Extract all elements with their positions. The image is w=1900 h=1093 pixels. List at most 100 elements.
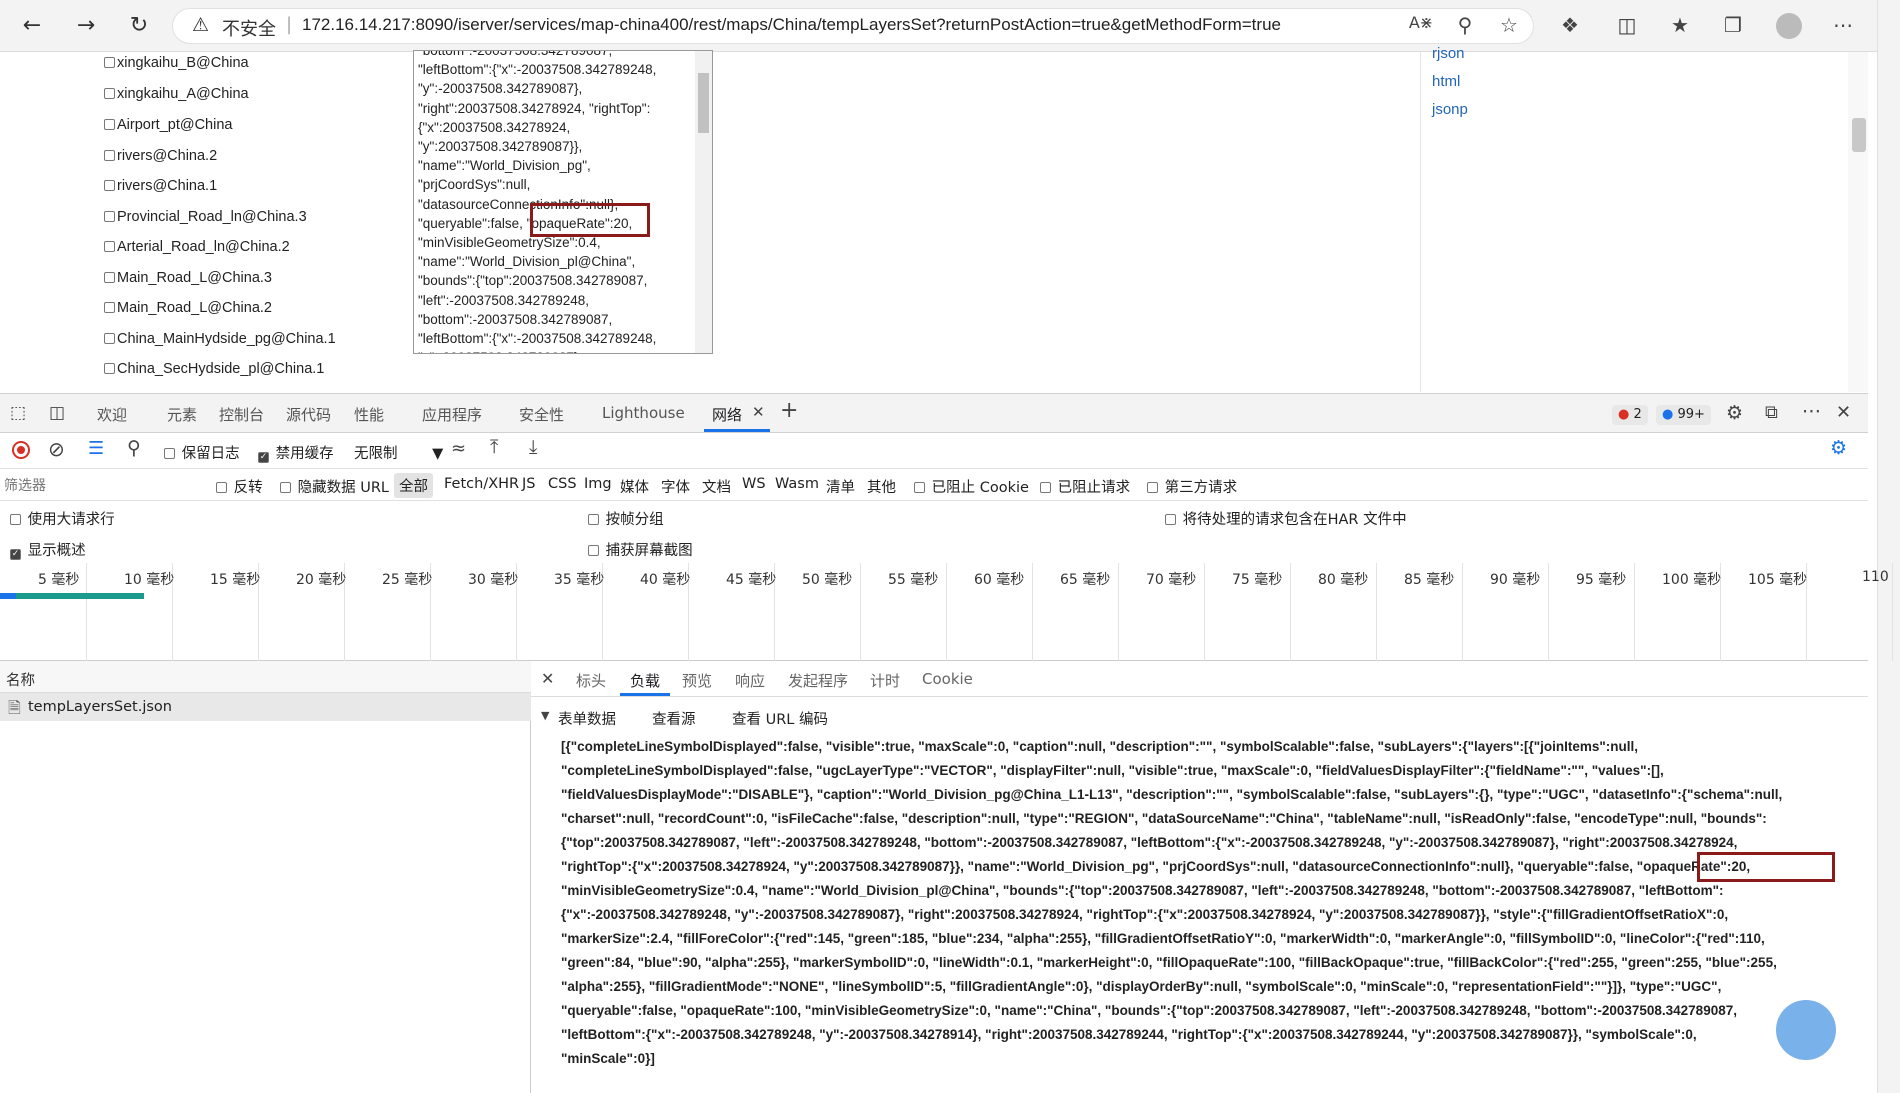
type-filter-manifest[interactable]: 清单 (826, 476, 855, 497)
disable-cache-checkbox[interactable]: ✓ 禁用缓存 (258, 442, 334, 463)
layer-item[interactable]: China_SecHydside_pl@China.1 (104, 361, 324, 377)
checkbox[interactable] (104, 302, 115, 313)
tab-sources[interactable]: 源代码 (286, 404, 331, 425)
large-rows-checkbox[interactable]: 使用大请求行 (10, 508, 115, 529)
json-textarea[interactable]: "bottom":-20037508.342789087, "leftBottom… (413, 50, 713, 354)
textarea-scrollbar[interactable] (695, 51, 712, 353)
scroll-thumb[interactable] (698, 73, 709, 133)
tab-security[interactable]: 安全性 (519, 404, 564, 425)
type-filter-doc[interactable]: 文档 (702, 476, 731, 497)
tab-initiator[interactable]: 发起程序 (788, 670, 848, 691)
url-text[interactable]: 172.16.14.217:8090/iserver/services/map-… (302, 15, 1281, 35)
checkbox[interactable] (588, 514, 599, 525)
overview-checkbox[interactable]: ✓ 显示概述 (10, 539, 86, 560)
back-icon[interactable]: ← (16, 10, 48, 42)
hide-data-url-checkbox[interactable]: 隐藏数据 URL (280, 476, 389, 497)
filter-input[interactable] (4, 473, 200, 497)
checkbox[interactable] (588, 545, 599, 556)
export-har-icon[interactable]: ⤓ (529, 436, 537, 458)
search-icon[interactable]: ⚲ (127, 437, 141, 459)
blocked-cookies-checkbox[interactable]: 已阻止 Cookie (914, 476, 1029, 497)
zoom-icon[interactable]: ⚲ (1450, 13, 1480, 37)
devtools-close-icon[interactable]: ✕ (1836, 402, 1851, 423)
tab-cookie[interactable]: Cookie (922, 670, 973, 688)
close-details-icon[interactable]: ✕ (541, 669, 554, 688)
floating-assistant-icon[interactable] (1776, 1000, 1836, 1060)
collections-icon[interactable]: ❐ (1718, 13, 1748, 37)
checkbox[interactable] (10, 514, 21, 525)
type-filter-xhr[interactable]: Fetch/XHR (444, 476, 519, 492)
page-scroll-thumb[interactable] (1852, 118, 1866, 152)
tab-headers[interactable]: 标头 (576, 670, 606, 691)
checkbox[interactable] (1165, 514, 1176, 525)
extensions-icon[interactable]: ❖ (1555, 13, 1585, 37)
dock-icon[interactable]: ⧉ (1765, 402, 1778, 423)
network-settings-icon[interactable]: ⚙ (1830, 437, 1847, 459)
type-filter-all[interactable]: 全部 (394, 473, 433, 498)
layer-item[interactable]: Main_Road_L@China.3 (104, 270, 272, 286)
checkbox-checked[interactable]: ✓ (10, 549, 21, 560)
type-filter-other[interactable]: 其他 (867, 476, 896, 497)
type-filter-font[interactable]: 字体 (661, 476, 690, 497)
view-url-encoded-link[interactable]: 查看 URL 编码 (732, 708, 828, 729)
error-count-badge[interactable]: ● 2 (1612, 405, 1648, 425)
tab-lighthouse[interactable]: Lighthouse (602, 404, 685, 422)
checkbox[interactable] (104, 211, 115, 222)
close-tab-icon[interactable]: ✕ (752, 403, 765, 421)
checkbox[interactable] (1147, 482, 1158, 493)
screenshots-checkbox[interactable]: 捕获屏幕截图 (588, 539, 693, 560)
tab-network[interactable]: 网络 (712, 404, 742, 425)
devtools-more-icon[interactable]: ⋯ (1802, 400, 1821, 422)
more-icon[interactable]: ⋯ (1828, 13, 1858, 37)
tab-elements[interactable]: 元素 (167, 404, 197, 425)
blocked-requests-checkbox[interactable]: 已阻止请求 (1040, 476, 1130, 497)
device-toggle-icon[interactable]: ◫ (49, 403, 65, 423)
type-filter-media[interactable]: 媒体 (620, 476, 649, 497)
har-checkbox[interactable]: 将待处理的请求包含在HAR 文件中 (1165, 508, 1407, 529)
third-party-checkbox[interactable]: 第三方请求 (1147, 476, 1237, 497)
preserve-log-checkbox[interactable]: 保留日志 (164, 442, 240, 463)
record-icon[interactable] (12, 441, 30, 459)
throttle-select[interactable]: 无限制 ▼ (354, 442, 443, 463)
tab-application[interactable]: 应用程序 (422, 404, 482, 425)
tab-payload[interactable]: 负载 (630, 670, 660, 691)
checkbox[interactable] (914, 482, 925, 493)
forward-icon[interactable]: → (70, 10, 102, 42)
type-filter-wasm[interactable]: Wasm (775, 476, 819, 492)
tab-console[interactable]: 控制台 (219, 404, 264, 425)
reload-icon[interactable]: ↻ (123, 10, 155, 42)
tab-response[interactable]: 响应 (735, 670, 765, 691)
format-link-rjson[interactable]: rjson (1432, 45, 1465, 62)
name-column-header[interactable]: 名称 (6, 669, 35, 690)
import-har-icon[interactable]: ⤒ (490, 436, 498, 458)
tab-welcome[interactable]: 欢迎 (97, 404, 127, 425)
checkbox[interactable] (1040, 482, 1051, 493)
layer-item[interactable]: Main_Road_L@China.2 (104, 300, 272, 316)
checkbox[interactable] (104, 57, 115, 68)
settings-gear-icon[interactable]: ⚙ (1726, 402, 1743, 424)
checkbox[interactable] (216, 482, 227, 493)
type-filter-js[interactable]: JS (522, 476, 535, 492)
layer-item[interactable]: rivers@China.1 (104, 178, 217, 194)
group-by-frame-checkbox[interactable]: 按帧分组 (588, 508, 664, 529)
format-link-html[interactable]: html (1432, 73, 1460, 90)
checkbox[interactable] (104, 272, 115, 283)
filter-icon[interactable]: ☰ (88, 438, 104, 459)
layer-item[interactable]: Provincial_Road_ln@China.3 (104, 209, 307, 225)
layer-item[interactable]: China_MainHydside_pg@China.1 (104, 331, 336, 347)
favorite-icon[interactable]: ☆ (1494, 13, 1524, 37)
add-tab-icon[interactable]: + (780, 398, 798, 423)
layer-item[interactable]: Airport_pt@China (104, 117, 232, 133)
checkbox[interactable] (104, 88, 115, 99)
checkbox-checked[interactable]: ✓ (258, 452, 269, 463)
layer-item[interactable]: xingkaihu_A@China (104, 86, 249, 102)
checkbox[interactable] (280, 482, 291, 493)
layer-item[interactable]: Arterial_Road_ln@China.2 (104, 239, 290, 255)
checkbox[interactable] (104, 241, 115, 252)
page-scrollbar[interactable] (1848, 52, 1868, 392)
tab-preview[interactable]: 预览 (682, 670, 712, 691)
checkbox[interactable] (104, 363, 115, 374)
tab-performance[interactable]: 性能 (354, 404, 384, 425)
checkbox[interactable] (164, 448, 175, 459)
checkbox[interactable] (104, 119, 115, 130)
